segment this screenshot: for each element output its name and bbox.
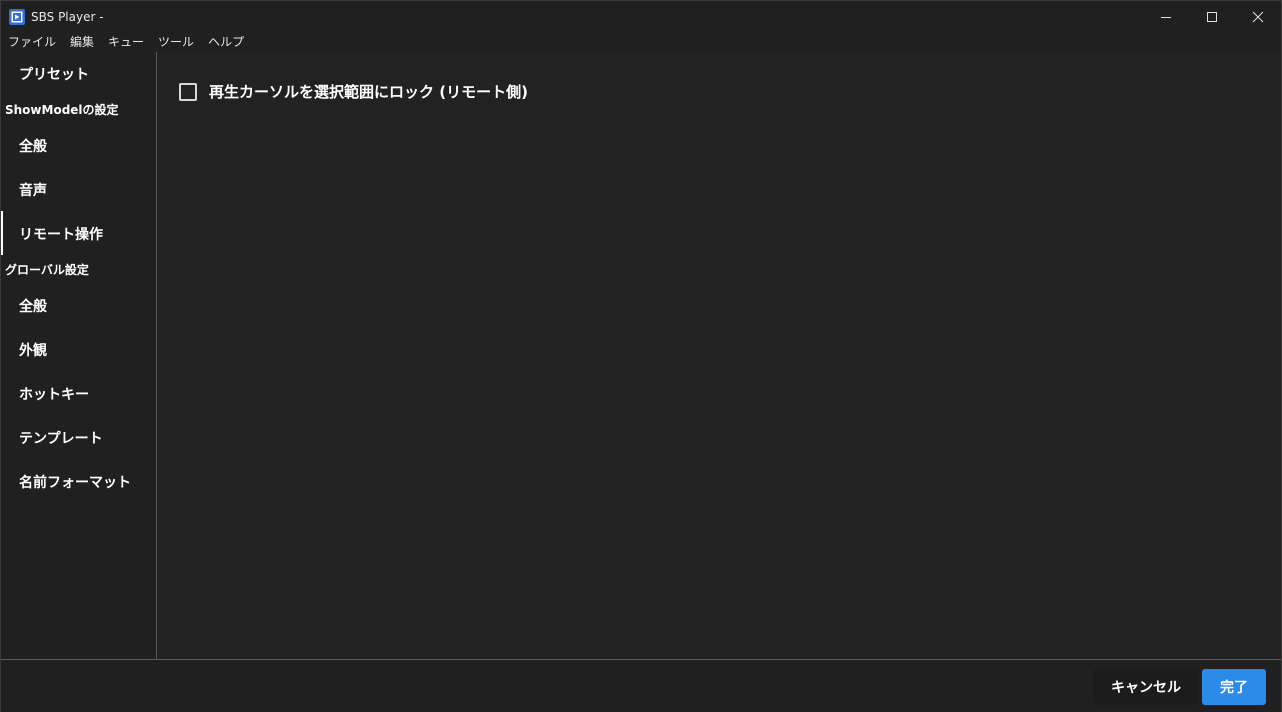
section-header-global: グローバル設定: [5, 263, 89, 277]
settings-sidebar: プリセット ShowModelの設定 全般 音声 リモート操作 グローバル設定 …: [1, 52, 157, 659]
menu-edit[interactable]: 編集: [63, 32, 101, 52]
sidebar-item-showmodel-general[interactable]: 全般: [19, 138, 47, 156]
menu-bar: ファイル 編集 キュー ツール ヘルプ: [1, 32, 1281, 52]
dialog-footer: キャンセル 完了: [1, 659, 1281, 712]
active-item-indicator: [1, 211, 3, 255]
minimize-button[interactable]: [1143, 1, 1189, 32]
section-header-showmodel: ShowModelの設定: [5, 103, 119, 117]
menu-tools[interactable]: ツール: [151, 32, 201, 52]
app-window: SBS Player - ファイル 編集 キュー ツール ヘルプ プリセット S…: [0, 0, 1282, 712]
sidebar-item-name-format[interactable]: 名前フォーマット: [19, 474, 131, 492]
menu-cue[interactable]: キュー: [101, 32, 151, 52]
sidebar-item-global-general[interactable]: 全般: [19, 298, 47, 316]
cancel-button[interactable]: キャンセル: [1093, 669, 1199, 705]
maximize-button[interactable]: [1189, 1, 1235, 32]
sidebar-item-remote-control[interactable]: リモート操作: [19, 226, 103, 244]
close-icon: [1252, 11, 1264, 22]
maximize-icon: [1207, 11, 1217, 22]
title-bar: SBS Player -: [1, 1, 1281, 32]
film-icon: [9, 8, 25, 25]
settings-content: 再生カーソルを選択範囲にロック (リモート側): [157, 52, 1281, 659]
lock-playhead-checkbox[interactable]: [179, 82, 197, 101]
sidebar-item-showmodel-audio[interactable]: 音声: [19, 182, 47, 200]
minimize-icon: [1161, 16, 1171, 18]
sidebar-item-appearance[interactable]: 外観: [19, 342, 47, 360]
done-button[interactable]: 完了: [1202, 669, 1266, 705]
lock-playhead-label: 再生カーソルを選択範囲にロック (リモート側): [209, 83, 528, 101]
menu-file[interactable]: ファイル: [1, 32, 63, 52]
sidebar-item-hotkeys[interactable]: ホットキー: [19, 386, 89, 404]
window-controls: [1143, 1, 1281, 32]
menu-help[interactable]: ヘルプ: [201, 32, 251, 52]
sidebar-item-preset[interactable]: プリセット: [19, 66, 89, 84]
window-title: SBS Player -: [31, 9, 104, 24]
lock-playhead-option[interactable]: 再生カーソルを選択範囲にロック (リモート側): [179, 81, 528, 102]
sidebar-item-templates[interactable]: テンプレート: [19, 430, 103, 448]
close-button[interactable]: [1235, 1, 1281, 32]
